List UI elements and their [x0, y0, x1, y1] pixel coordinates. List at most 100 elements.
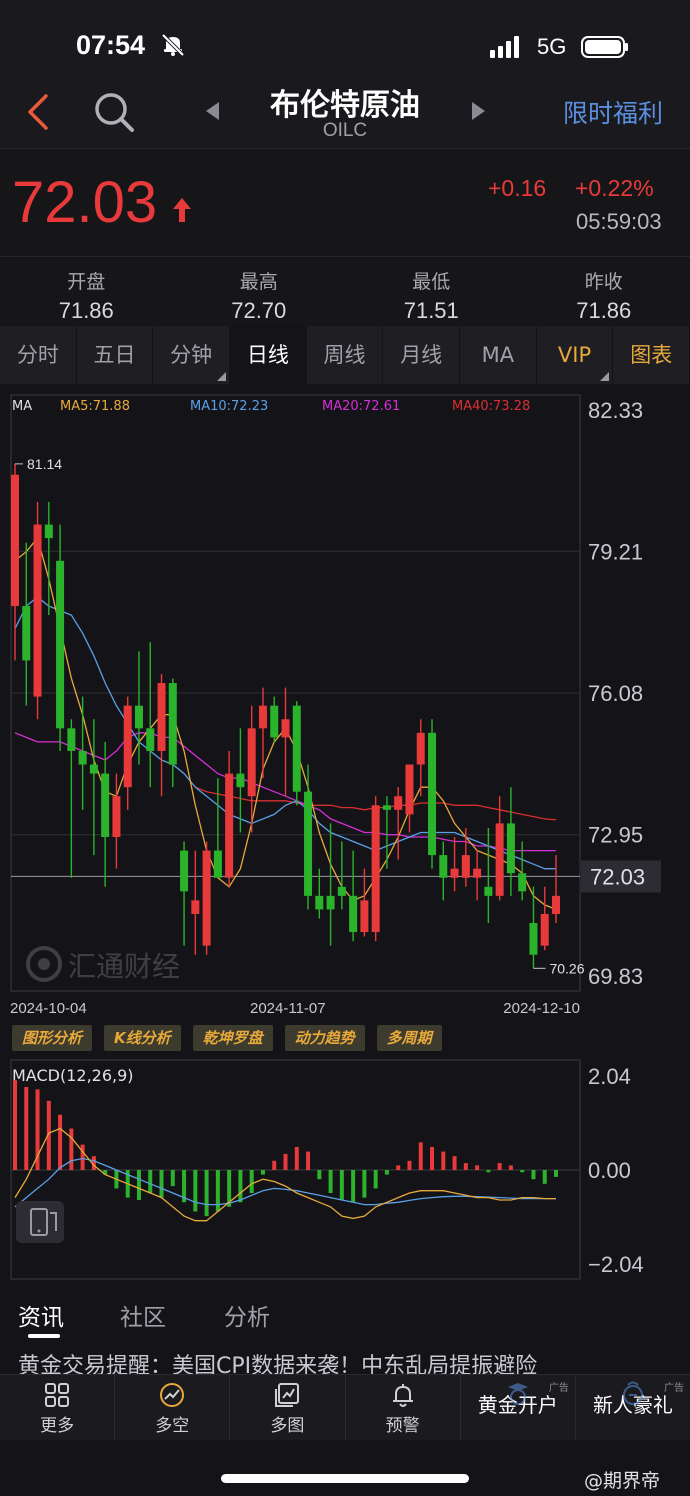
bull-bear-icon: [160, 1383, 185, 1407]
nav-alert[interactable]: 预警: [346, 1375, 461, 1440]
tab-label: 分钟: [170, 343, 213, 367]
prev-instrument-icon[interactable]: [203, 100, 223, 122]
nav-more[interactable]: 更多: [0, 1375, 116, 1440]
stat-open: 开盘 71.86: [0, 257, 173, 326]
nav-new-user-gift[interactable]: 广告 新人豪礼: [576, 1375, 690, 1440]
nav-gold-account[interactable]: 广告 黄金开户: [461, 1375, 576, 1440]
candle-body: [56, 560, 65, 729]
tab-weekly[interactable]: 周线: [307, 326, 384, 384]
battery-icon: [581, 36, 628, 58]
tool-compass[interactable]: 乾坤罗盘: [192, 1025, 273, 1051]
candle-body: [495, 823, 504, 896]
price-tick-label: 82.33: [588, 398, 643, 423]
candle-body: [360, 900, 369, 933]
candle-body: [281, 719, 290, 738]
promo-link[interactable]: 限时福利: [563, 94, 663, 130]
news-headline[interactable]: 黄金交易提醒：美国CPI数据来袭！中东乱局提振避险: [18, 1348, 678, 1374]
candle-body: [258, 705, 267, 729]
candle-body: [473, 868, 482, 878]
tab-news[interactable]: 资讯: [18, 1298, 64, 1332]
legend-ma10: MA10:72.23: [190, 399, 268, 414]
stat-low: 最低 71.51: [345, 257, 518, 326]
nav-label: 多图: [270, 1416, 305, 1436]
candle-body: [304, 791, 313, 896]
tab-minute[interactable]: 分钟: [153, 326, 231, 384]
tab-chart-tools[interactable]: 图表: [613, 326, 690, 384]
x-label-end: 2024-12-10: [503, 1000, 580, 1017]
footer-watermark: @期界帝: [584, 1470, 661, 1492]
multi-chart-icon: [275, 1383, 300, 1407]
macd-tick-label: 0.00: [588, 1158, 631, 1183]
kline-chart[interactable]: 汇通财经 82.33 79.21 76.08 72.95 69.83 72.03 81.14…: [0, 384, 690, 1288]
candle-body: [225, 773, 234, 878]
nav-multi-chart[interactable]: 多图: [230, 1375, 346, 1440]
candle-body: [67, 728, 76, 751]
gift-icon: [622, 1381, 643, 1405]
tool-kline-analysis[interactable]: K线分析: [104, 1025, 181, 1051]
status-bar: 07:54 5G: [0, 0, 690, 80]
tool-pattern-analysis[interactable]: 图形分析: [12, 1025, 93, 1051]
nav-label: 多空: [155, 1416, 190, 1436]
tab-label: VIP: [557, 343, 592, 367]
candle-body: [428, 732, 437, 856]
tab-community[interactable]: 社区: [120, 1298, 166, 1332]
nav-bull-bear[interactable]: 多空: [115, 1375, 231, 1440]
macd-title: MACD(12,26,9): [12, 1066, 134, 1085]
landscape-toggle-button[interactable]: [16, 1201, 64, 1243]
search-icon[interactable]: [92, 90, 136, 134]
candle-body: [134, 705, 143, 729]
nav-label: 预警: [385, 1416, 420, 1436]
stat-label: 最高: [239, 271, 278, 293]
legend-ma20: MA20:72.61: [322, 399, 400, 414]
candle-body: [11, 474, 19, 607]
tool-momentum[interactable]: 动力趋势: [284, 1025, 365, 1051]
tab-intraday[interactable]: 分时: [0, 326, 77, 384]
candle-body: [439, 855, 448, 878]
candle-body: [270, 705, 279, 738]
tool-multi-period[interactable]: 多周期: [376, 1025, 442, 1051]
candle-body: [382, 805, 391, 810]
candle-body: [112, 796, 121, 837]
back-icon[interactable]: [22, 90, 56, 134]
candle-body: [123, 705, 132, 788]
tab-analysis[interactable]: 分析: [224, 1298, 270, 1332]
candle-body: [89, 764, 98, 774]
macd-lines: [14, 1127, 556, 1222]
bell-icon: [392, 1384, 413, 1407]
candle-body: [326, 895, 335, 910]
candle-body: [157, 683, 166, 751]
macd-axis-labels: 2.04 0.00 −2.04: [588, 1064, 644, 1277]
tab-monthly[interactable]: 月线: [383, 326, 461, 384]
candle-body: [416, 732, 425, 765]
stat-value: 71.51: [403, 298, 459, 323]
tab-five-day[interactable]: 五日: [77, 326, 154, 384]
dropdown-corner-icon: [600, 372, 610, 381]
quote-panel: 72.03 +0.16 +0.22% 05:59:03: [0, 148, 690, 256]
candle-body: [213, 850, 222, 878]
signal-icon: [490, 36, 519, 58]
candle-body: [191, 900, 200, 914]
candle-body: [461, 855, 470, 878]
change-absolute: +0.16: [488, 175, 547, 201]
ad-tag: 广告: [664, 1383, 685, 1394]
analysis-tools: 图形分析 K线分析 乾坤罗盘 动力趋势 多周期: [12, 1025, 442, 1051]
tab-indicator[interactable]: MA: [460, 326, 537, 384]
stat-label: 最低: [412, 271, 451, 293]
candle-body: [450, 868, 459, 878]
tab-daily[interactable]: 日线: [230, 326, 307, 384]
tab-vip[interactable]: VIP: [537, 326, 614, 384]
home-indicator[interactable]: [221, 1474, 469, 1483]
period-tabs: 分时 五日 分钟 日线 周线 月线 MA VIP 图表: [0, 326, 690, 384]
dropdown-corner-icon: [217, 372, 227, 381]
rotate-screen-icon: [30, 1208, 57, 1236]
candles: [11, 463, 560, 969]
price-tick-label: 72.95: [588, 823, 643, 848]
instrument-code: OILC: [322, 120, 368, 141]
candle-body: [168, 683, 177, 765]
next-instrument-icon[interactable]: [468, 100, 488, 122]
candle-body: [349, 895, 358, 933]
candle-body: [394, 796, 403, 810]
macd-tick-label: −2.04: [588, 1252, 644, 1277]
candle-body: [236, 773, 245, 788]
last-price: 72.03: [12, 170, 158, 235]
